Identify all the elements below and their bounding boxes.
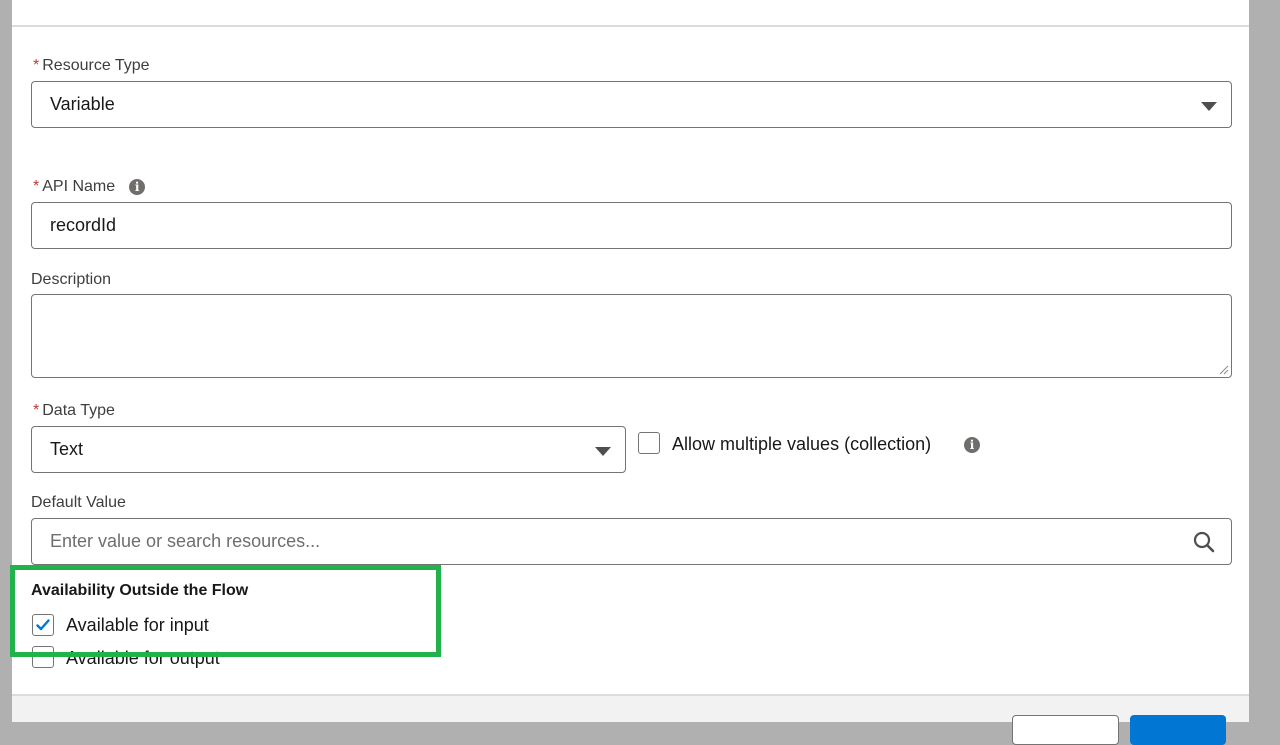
api-name-input[interactable]: recordId [31, 202, 1232, 249]
data-type-select[interactable]: Text [31, 426, 626, 473]
allow-multiple-checkbox[interactable] [638, 432, 660, 454]
data-type-label-text: Data Type [42, 402, 115, 419]
resource-type-select[interactable]: Variable [31, 81, 1232, 128]
api-name-label: * API Name i [33, 177, 146, 197]
resize-handle-icon[interactable] [1219, 365, 1229, 375]
description-label: Description [31, 270, 111, 290]
header-divider [12, 25, 1249, 27]
default-value-placeholder: Enter value or search resources... [50, 531, 321, 551]
chevron-down-icon [595, 447, 611, 456]
required-marker: * [33, 402, 40, 419]
required-marker: * [33, 57, 40, 74]
api-name-label-text: API Name [42, 178, 116, 195]
resource-type-label-text: Resource Type [42, 57, 150, 74]
default-value-label: Default Value [31, 493, 126, 513]
resource-type-label: * Resource Type [33, 56, 150, 76]
modal-footer [12, 694, 1249, 745]
highlight-box [10, 565, 441, 657]
info-icon[interactable]: i [129, 179, 146, 195]
default-value-label-text: Default Value [31, 494, 126, 511]
resource-type-value: Variable [50, 94, 115, 114]
default-value-input[interactable]: Enter value or search resources... [31, 518, 1232, 565]
required-marker: * [33, 178, 40, 195]
description-label-text: Description [31, 271, 112, 288]
search-icon[interactable] [1193, 531, 1215, 553]
chevron-down-icon [1201, 102, 1217, 111]
info-icon[interactable]: i [964, 437, 980, 453]
allow-multiple-label: Allow multiple values (collection) [672, 434, 932, 454]
data-type-label: * Data Type [33, 401, 115, 421]
data-type-value: Text [50, 439, 84, 459]
description-textarea[interactable] [31, 294, 1232, 378]
api-name-value: recordId [50, 215, 117, 235]
